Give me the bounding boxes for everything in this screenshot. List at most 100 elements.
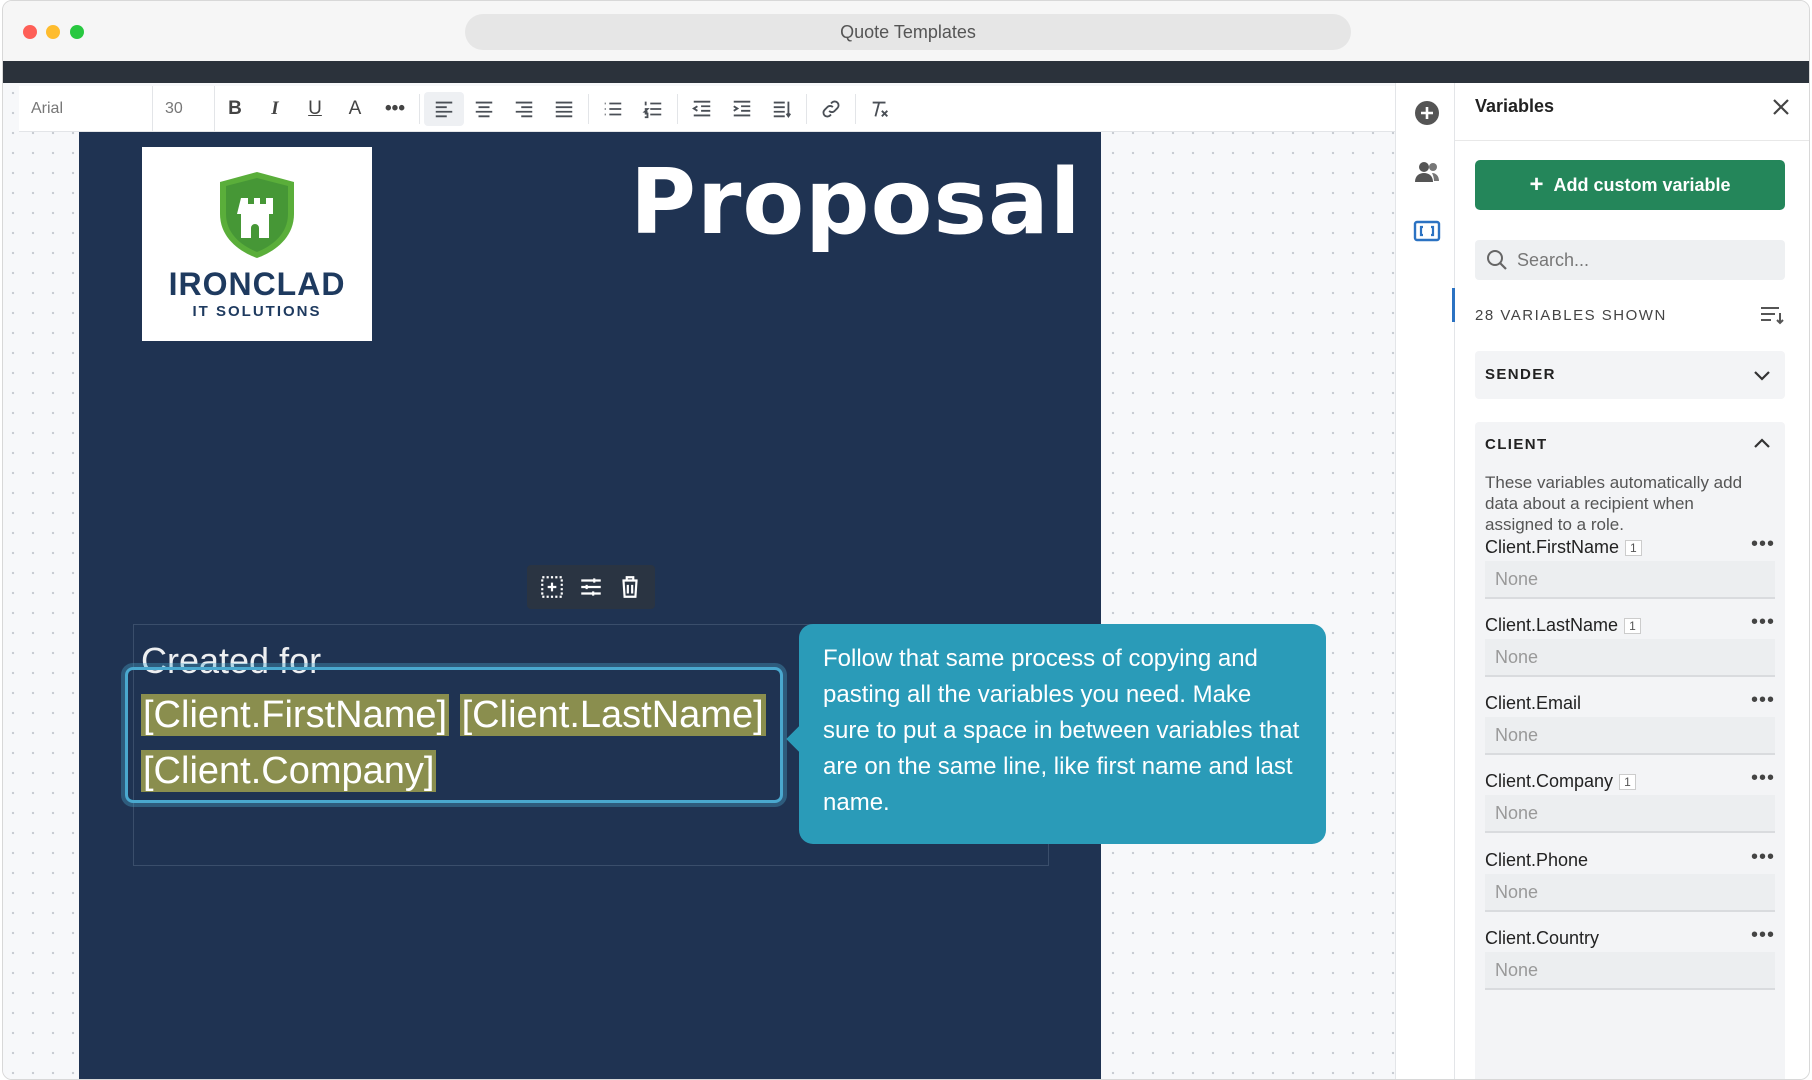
text-color-icon: A bbox=[348, 97, 362, 119]
link-button[interactable] bbox=[811, 92, 851, 126]
variable-more-button[interactable]: ••• bbox=[1751, 611, 1775, 634]
variable-more-button[interactable]: ••• bbox=[1751, 846, 1775, 869]
search-placeholder: Search... bbox=[1517, 249, 1590, 270]
align-left-icon bbox=[435, 101, 453, 117]
close-icon bbox=[1773, 99, 1789, 115]
users-icon bbox=[1415, 162, 1439, 182]
align-left-button[interactable] bbox=[424, 91, 464, 126]
variable-item: Client.Company 1 ••• None bbox=[1485, 767, 1775, 861]
variable-value-input[interactable]: None bbox=[1485, 874, 1775, 912]
add-block-icon[interactable] bbox=[539, 574, 565, 600]
more-format-button[interactable]: ••• bbox=[375, 92, 415, 126]
line-spacing-button[interactable] bbox=[762, 92, 802, 126]
line-spacing-icon bbox=[773, 101, 792, 118]
variables-bracket-icon bbox=[1413, 220, 1441, 242]
variable-value-input[interactable]: None bbox=[1485, 952, 1775, 990]
bullet-list-button[interactable] bbox=[593, 92, 633, 126]
indent-button[interactable] bbox=[722, 92, 762, 126]
bold-button[interactable]: B bbox=[215, 92, 255, 126]
variables-count: 28 VARIABLES SHOWN bbox=[1475, 307, 1667, 324]
link-icon bbox=[822, 100, 840, 117]
variable-item: Client.Country ••• None bbox=[1485, 924, 1775, 1018]
outdent-icon bbox=[692, 100, 711, 116]
usage-badge: 1 bbox=[1625, 540, 1642, 557]
numbered-list-button[interactable] bbox=[633, 92, 673, 126]
sort-button[interactable] bbox=[1759, 303, 1785, 327]
font-size-select[interactable]: 30 bbox=[153, 86, 215, 131]
usage-badge: 1 bbox=[1624, 618, 1641, 635]
variable-search-input[interactable]: Search... bbox=[1475, 240, 1785, 280]
close-panel-button[interactable] bbox=[1769, 95, 1793, 119]
chevron-up-icon[interactable] bbox=[1751, 433, 1773, 455]
section-client: CLIENT These variables automatically add… bbox=[1475, 422, 1785, 1079]
text-color-button[interactable]: A bbox=[335, 92, 375, 126]
italic-button[interactable]: I bbox=[255, 92, 295, 126]
variable-value-input[interactable]: None bbox=[1485, 795, 1775, 833]
add-custom-variable-button[interactable]: + Add custom variable bbox=[1475, 160, 1785, 210]
section-client-label[interactable]: CLIENT bbox=[1485, 436, 1548, 453]
variable-name: Client.Email bbox=[1485, 693, 1582, 713]
variables-line-2[interactable]: [Client.Company] bbox=[141, 750, 437, 793]
formatting-toolbar: Arial 30 B I U A ••• bbox=[19, 86, 1395, 132]
variable-more-button[interactable]: ••• bbox=[1751, 767, 1775, 790]
align-center-button[interactable] bbox=[464, 92, 504, 126]
italic-icon: I bbox=[271, 97, 279, 119]
settings-sliders-icon[interactable] bbox=[578, 574, 604, 600]
block-toolbar bbox=[527, 565, 655, 609]
align-center-icon bbox=[475, 101, 493, 117]
variable-more-button[interactable]: ••• bbox=[1751, 924, 1775, 947]
variable-more-button[interactable]: ••• bbox=[1751, 689, 1775, 712]
panel-title: Variables bbox=[1475, 96, 1555, 116]
panel-header: Variables bbox=[1455, 83, 1809, 141]
variable-value-input[interactable]: None bbox=[1485, 717, 1775, 755]
app-window: Quote Templates Arial 30 B I U A ••• IRO… bbox=[2, 0, 1810, 1080]
proposal-heading[interactable]: Proposal bbox=[630, 150, 1082, 255]
align-justify-button[interactable] bbox=[544, 92, 584, 126]
variable-value-input[interactable]: None bbox=[1485, 639, 1775, 677]
underline-button[interactable]: U bbox=[295, 92, 335, 126]
font-family-select[interactable]: Arial bbox=[19, 86, 153, 131]
variables-line-1[interactable]: [Client.FirstName] [Client.LastName] bbox=[141, 694, 766, 737]
underline-icon: U bbox=[308, 97, 322, 119]
minimize-window-button[interactable] bbox=[46, 25, 60, 39]
sort-icon bbox=[1761, 307, 1784, 325]
add-element-button[interactable] bbox=[1413, 99, 1441, 127]
window-title: Quote Templates bbox=[465, 14, 1351, 50]
close-window-button[interactable] bbox=[23, 25, 37, 39]
clear-format-button[interactable] bbox=[860, 92, 900, 126]
align-justify-icon bbox=[555, 101, 573, 117]
proposal-page: IRONCLAD IT SOLUTIONS Proposal Created f… bbox=[79, 132, 1101, 1079]
variable-company[interactable]: [Client.Company] bbox=[141, 750, 437, 792]
title-bar: Quote Templates bbox=[3, 1, 1809, 61]
bold-icon: B bbox=[228, 97, 242, 119]
indent-icon bbox=[733, 100, 751, 116]
logo-subtitle: IT SOLUTIONS bbox=[192, 303, 322, 320]
variable-item: Client.Phone ••• None bbox=[1485, 846, 1775, 940]
variable-name: Client.Phone bbox=[1485, 850, 1589, 870]
maximize-window-button[interactable] bbox=[70, 25, 84, 39]
company-logo: IRONCLAD IT SOLUTIONS bbox=[142, 147, 372, 341]
numbered-list-icon bbox=[642, 101, 662, 118]
align-right-icon bbox=[515, 101, 533, 117]
variable-item: Client.FirstName 1 ••• None bbox=[1485, 533, 1775, 627]
guide-tooltip: Follow that same process of copying and … bbox=[799, 624, 1326, 844]
variables-button[interactable] bbox=[1413, 217, 1441, 245]
variable-item: Client.LastName 1 ••• None bbox=[1485, 611, 1775, 705]
outdent-button[interactable] bbox=[682, 92, 722, 126]
usage-badge: 1 bbox=[1619, 774, 1636, 791]
variable-name: Client.FirstName bbox=[1485, 537, 1620, 557]
align-right-button[interactable] bbox=[504, 92, 544, 126]
variable-firstname[interactable]: [Client.FirstName] bbox=[141, 694, 450, 736]
trash-icon[interactable] bbox=[617, 574, 643, 600]
section-sender[interactable]: SENDER bbox=[1475, 351, 1785, 399]
variable-value-input[interactable]: None bbox=[1485, 561, 1775, 599]
variable-more-button[interactable]: ••• bbox=[1751, 533, 1775, 556]
variable-name: Client.Country bbox=[1485, 928, 1600, 948]
variable-name: Client.LastName bbox=[1485, 615, 1619, 635]
roles-button[interactable] bbox=[1413, 158, 1441, 186]
plus-circle-icon bbox=[1415, 101, 1439, 125]
app-header-strip bbox=[3, 61, 1809, 83]
variable-lastname[interactable]: [Client.LastName] bbox=[459, 694, 766, 736]
castle-shield-icon bbox=[220, 172, 294, 258]
logo-name: IRONCLAD bbox=[168, 266, 346, 302]
